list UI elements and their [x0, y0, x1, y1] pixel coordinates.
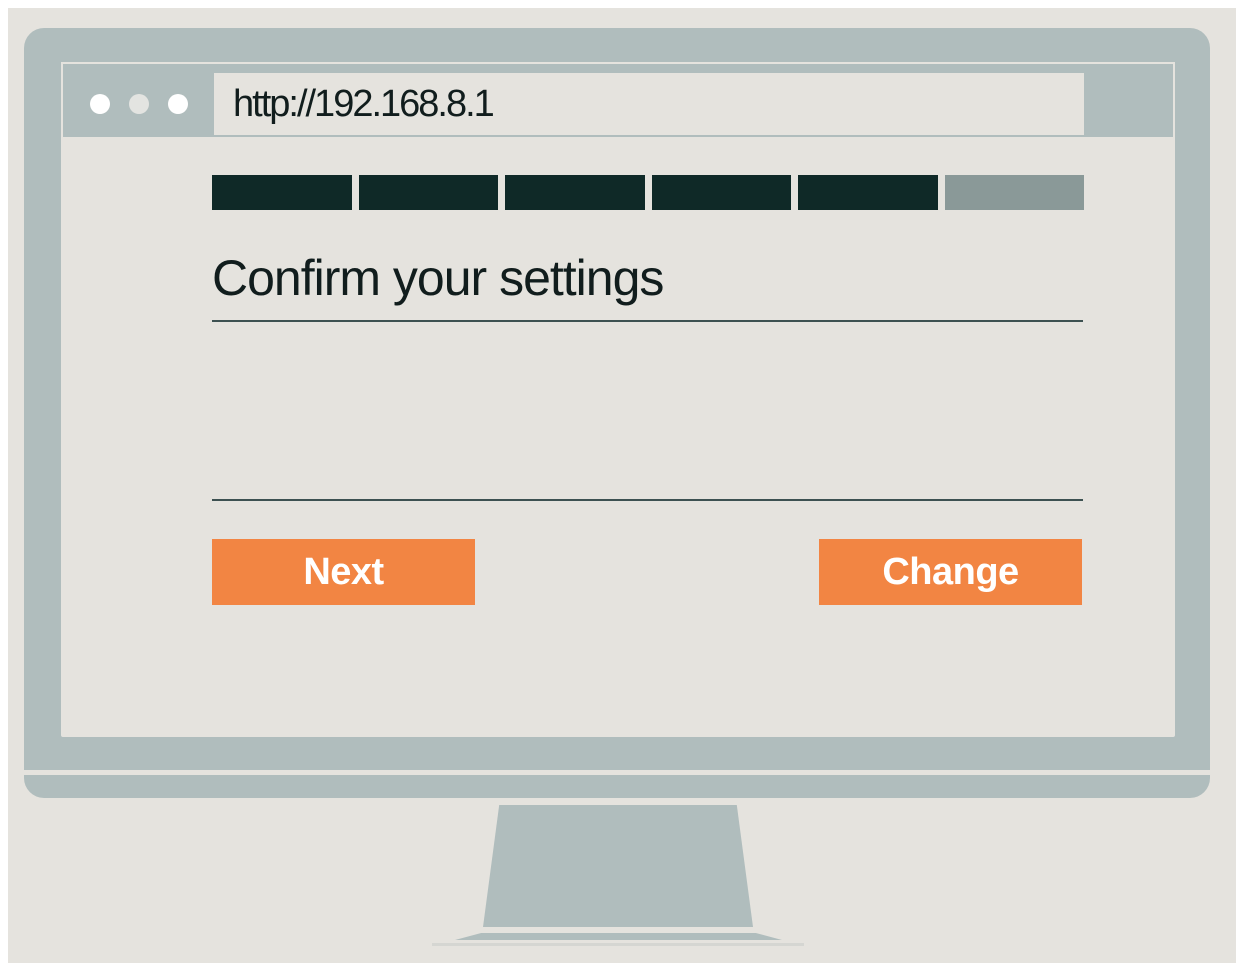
monitor-base-shadow	[432, 943, 804, 946]
window-dot-icon[interactable]	[168, 94, 188, 114]
monitor-stand	[483, 805, 753, 927]
progress-step-pending	[944, 175, 1084, 210]
title-divider	[212, 320, 1083, 322]
address-bar[interactable]: http://192.168.8.1	[214, 73, 1084, 135]
change-button[interactable]: Change	[819, 539, 1082, 605]
progress-step-complete	[798, 175, 938, 210]
progress-step-complete	[358, 175, 498, 210]
next-button[interactable]: Next	[212, 539, 475, 605]
monitor-base	[455, 933, 782, 940]
window-dot-icon[interactable]	[129, 94, 149, 114]
page-title: Confirm your settings	[212, 250, 664, 306]
content-divider	[212, 499, 1083, 501]
progress-step-complete	[651, 175, 791, 210]
browser-window	[61, 62, 1175, 737]
window-dot-icon[interactable]	[90, 94, 110, 114]
progress-step-complete	[212, 175, 352, 210]
setup-progress-bar	[212, 175, 1084, 210]
monitor-bezel-divider	[24, 770, 1210, 775]
address-bar-url: http://192.168.8.1	[233, 83, 495, 125]
progress-step-complete	[505, 175, 645, 210]
